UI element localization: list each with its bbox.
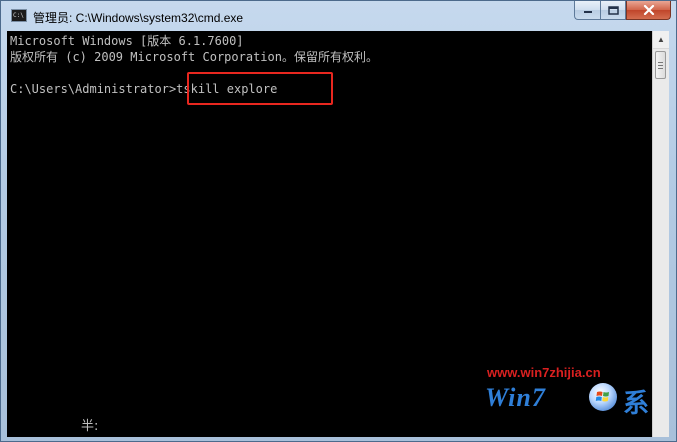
- minimize-icon: [583, 11, 592, 13]
- grip-line: [658, 62, 663, 63]
- watermark-logo-text: Win7: [485, 383, 546, 412]
- cmd-window: C:\ 管理员: C:\Windows\system32\cmd.exe Mic…: [0, 0, 677, 442]
- command-highlight-box: [187, 72, 333, 105]
- watermark-url: www.win7zhijia.cn: [487, 365, 601, 380]
- version-line: Microsoft Windows [版本 6.1.7600]: [10, 34, 244, 48]
- watermark-glyph: 系: [623, 389, 650, 419]
- window-controls: [574, 1, 671, 21]
- up-arrow-icon: ▲: [657, 35, 665, 44]
- ime-status: 半:: [81, 419, 99, 434]
- watermark: www.win7zhijia.cn Win7 系: [477, 363, 650, 433]
- vertical-scrollbar[interactable]: ▲: [652, 31, 669, 437]
- cmd-icon[interactable]: C:\: [11, 9, 27, 22]
- grip-line: [658, 65, 663, 66]
- close-icon: [643, 5, 654, 15]
- maximize-button[interactable]: [600, 1, 626, 20]
- grip-line: [658, 68, 663, 69]
- minimize-button[interactable]: [574, 1, 600, 20]
- windows-logo-icon: [589, 383, 617, 411]
- scroll-up-button[interactable]: ▲: [653, 31, 669, 49]
- scroll-thumb[interactable]: [655, 51, 666, 79]
- window-title: 管理员: C:\Windows\system32\cmd.exe: [33, 11, 244, 25]
- console-output[interactable]: Microsoft Windows [版本 6.1.7600] 版权所有 (c)…: [7, 31, 652, 437]
- maximize-icon: [607, 5, 619, 15]
- copyright-line: 版权所有 (c) 2009 Microsoft Corporation。保留所有…: [10, 50, 378, 64]
- close-button[interactable]: [626, 1, 671, 20]
- prompt: C:\Users\Administrator>: [10, 82, 177, 96]
- title-bar[interactable]: C:\ 管理员: C:\Windows\system32\cmd.exe: [1, 1, 676, 31]
